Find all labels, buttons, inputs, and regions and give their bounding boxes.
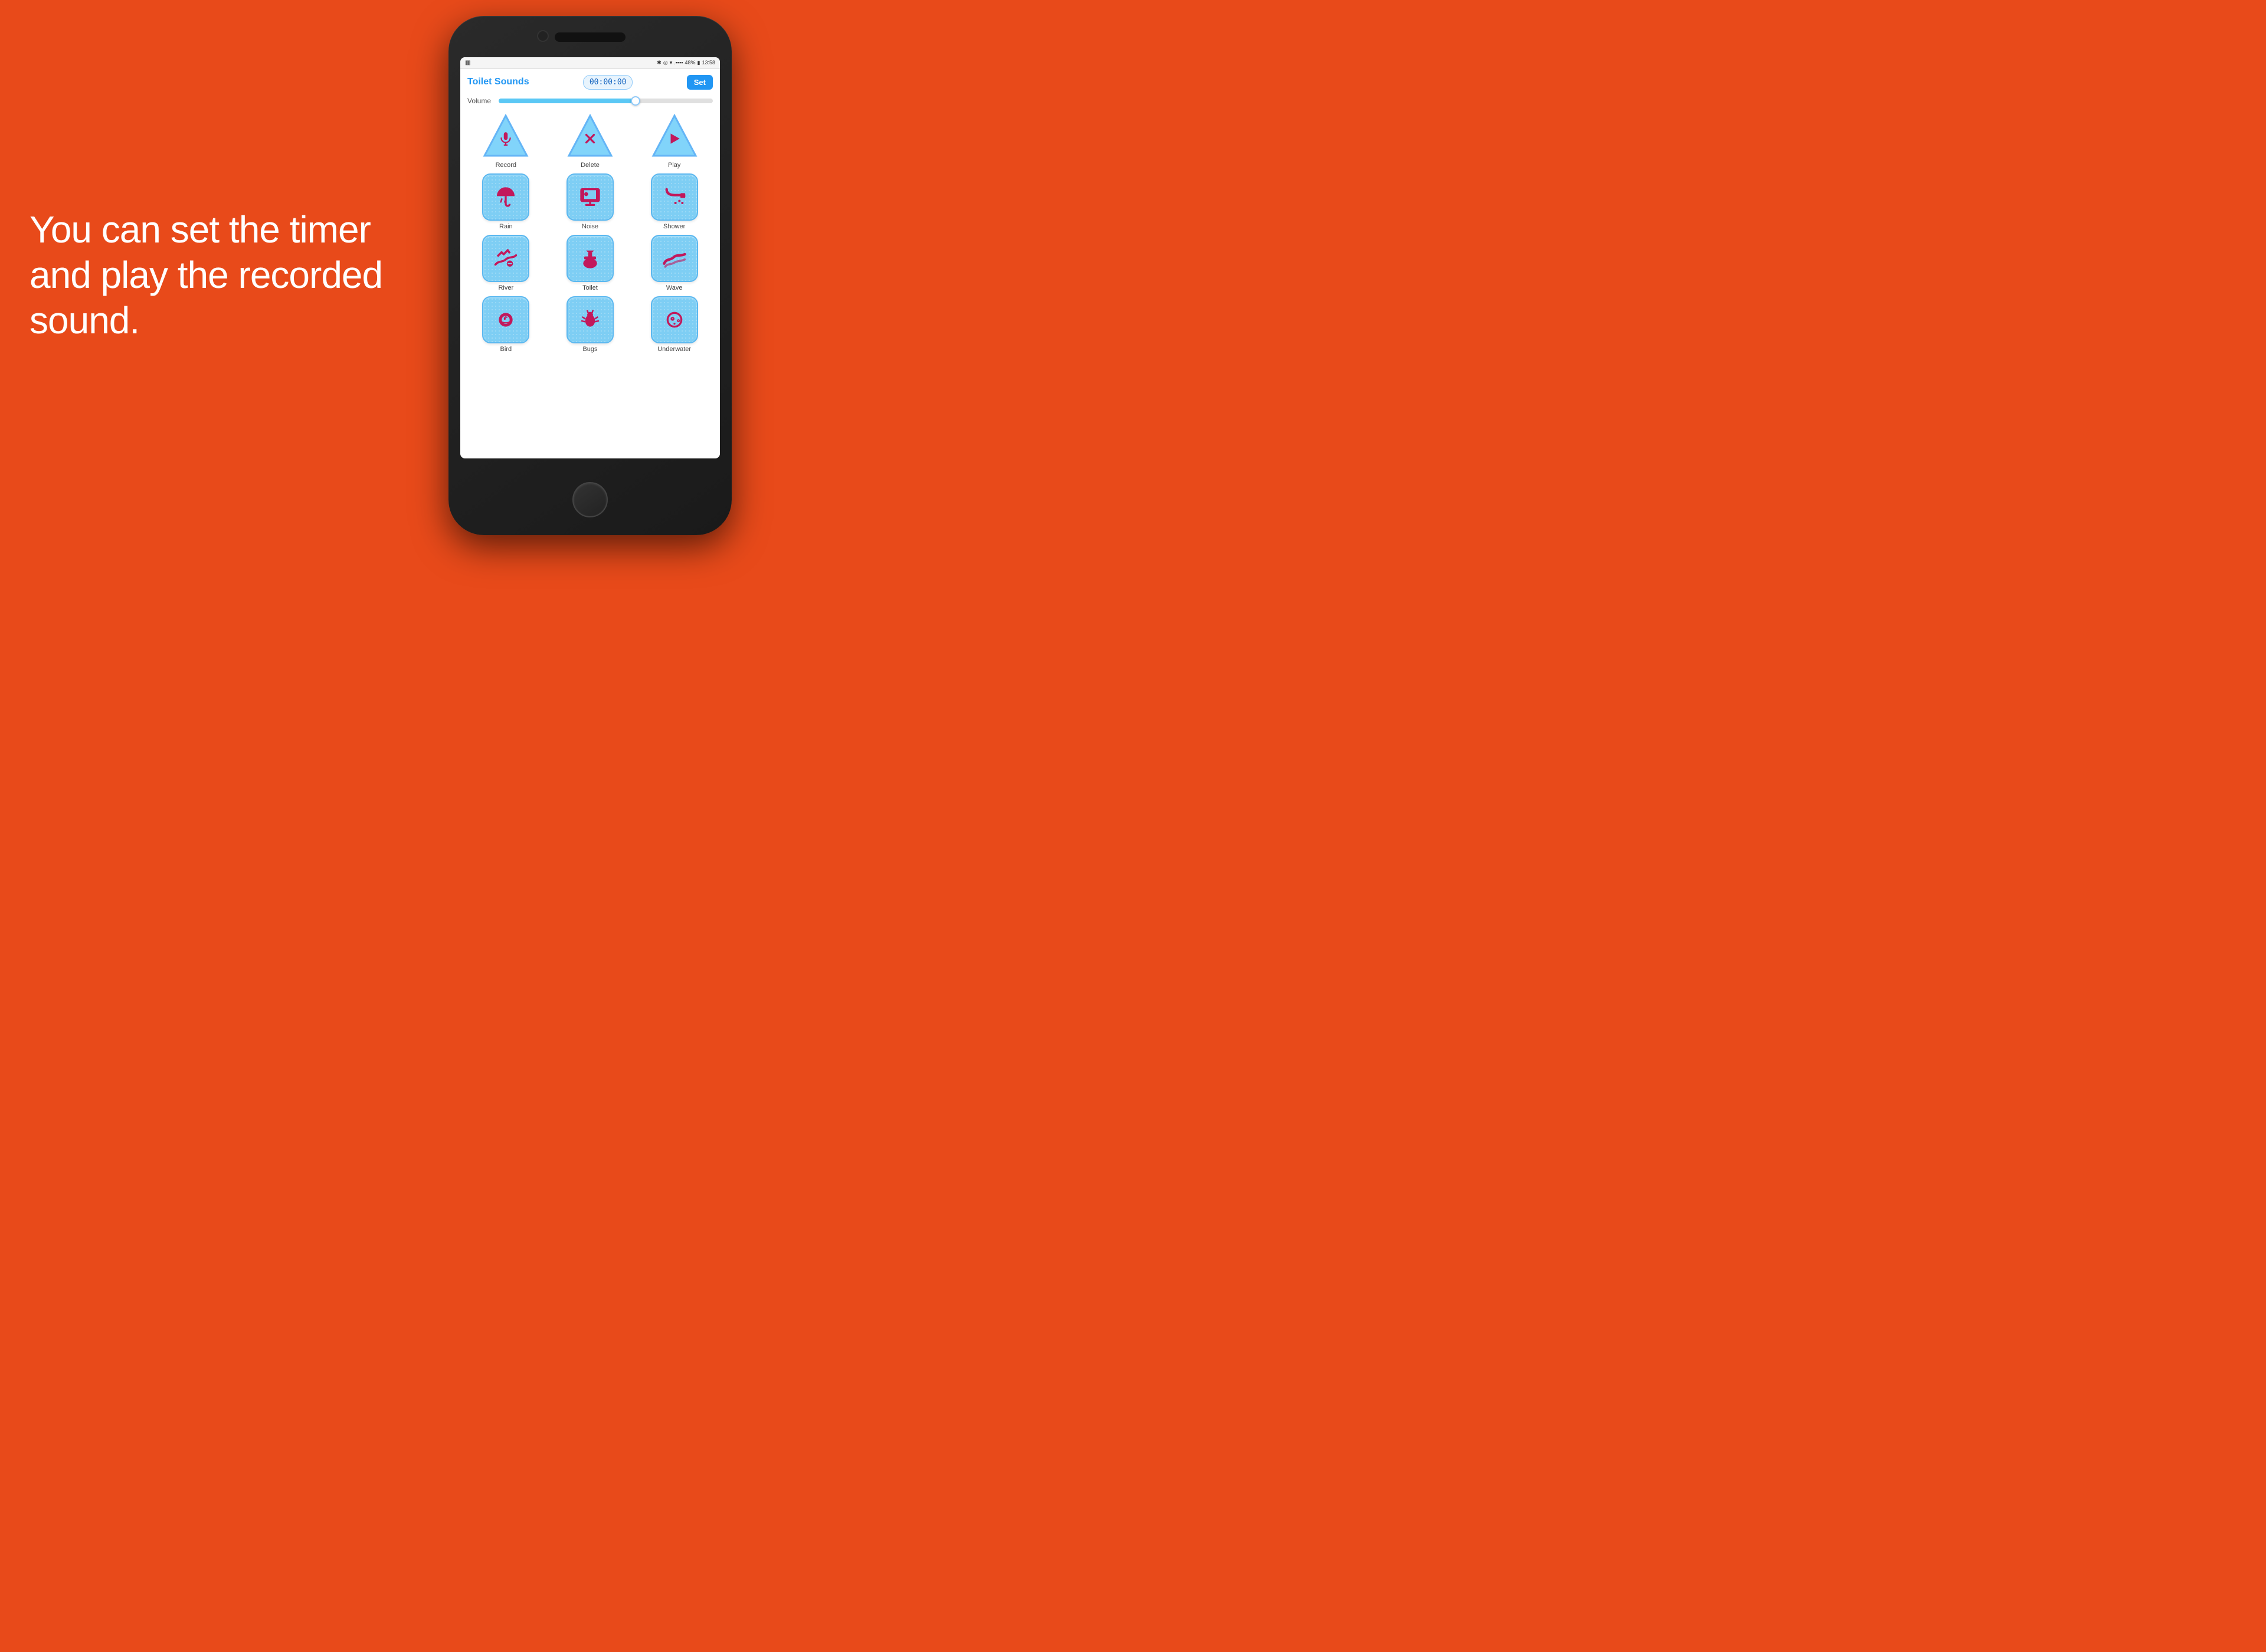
volume-slider[interactable]	[499, 99, 713, 103]
toilet-icon	[578, 247, 602, 270]
delete-button[interactable]	[566, 112, 614, 159]
volume-label: Volume	[467, 97, 494, 105]
rain-button[interactable]	[482, 173, 529, 221]
timer-display[interactable]: 00:00:00	[583, 75, 633, 90]
wifi-icon: ▾	[670, 60, 673, 66]
volume-fill	[499, 99, 638, 103]
river-icon	[493, 246, 518, 271]
noise-button[interactable]	[566, 173, 614, 221]
umbrella-icon	[494, 185, 518, 209]
sound-item-shower: Shower	[634, 173, 714, 230]
status-bar: ▦ ✱ ◎ ▾ .▪▪▪▪ 48% ▮ 13:58	[460, 57, 720, 69]
app-title: Toilet Sounds	[467, 77, 529, 87]
underwater-icon	[663, 308, 686, 332]
phone-body: ▦ ✱ ◎ ▾ .▪▪▪▪ 48% ▮ 13:58 Toilet Sounds …	[448, 16, 732, 535]
wave-button[interactable]	[651, 235, 698, 282]
mic-icon	[498, 131, 513, 146]
river-button[interactable]	[482, 235, 529, 282]
sound-item-play: Play	[634, 112, 714, 169]
sound-item-wave: Wave	[634, 235, 714, 291]
sound-item-river: River	[466, 235, 546, 291]
underwater-label: Underwater	[657, 346, 691, 353]
sound-item-record: Record	[466, 112, 546, 169]
headline: You can set the timer and play the recor…	[30, 207, 425, 343]
sound-item-toilet: Toilet	[551, 235, 630, 291]
toilet-button[interactable]	[566, 235, 614, 282]
river-label: River	[498, 284, 513, 291]
menu-icon: ▦	[465, 60, 470, 66]
play-button[interactable]	[651, 112, 698, 159]
shower-icon	[663, 185, 686, 209]
phone-mockup: ▦ ✱ ◎ ▾ .▪▪▪▪ 48% ▮ 13:58 Toilet Sounds …	[448, 16, 732, 535]
volume-thumb	[631, 96, 640, 106]
rain-label: Rain	[499, 223, 513, 230]
nfc-icon: ◎	[663, 60, 668, 66]
x-icon	[582, 131, 598, 146]
volume-section: Volume	[460, 94, 720, 110]
sound-grid: Record Delete	[460, 110, 720, 358]
app-header: Toilet Sounds 00:00:00 Set	[460, 69, 720, 94]
left-section: You can set the timer and play the recor…	[0, 172, 448, 378]
battery-percent: 48%	[685, 60, 696, 65]
sound-item-delete: Delete	[551, 112, 630, 169]
wave-icon	[662, 246, 687, 271]
home-button[interactable]	[572, 482, 608, 517]
status-right: ✱ ◎ ▾ .▪▪▪▪ 48% ▮ 13:58	[657, 60, 715, 66]
sound-item-bugs: Bugs	[551, 296, 630, 353]
bird-label: Bird	[500, 346, 512, 353]
sound-item-underwater: Underwater	[634, 296, 714, 353]
monitor-icon	[578, 185, 602, 209]
bluetooth-icon: ✱	[657, 60, 662, 66]
bugs-icon	[578, 308, 602, 332]
record-button[interactable]	[482, 112, 529, 159]
sound-item-noise: Noise	[551, 173, 630, 230]
record-label: Record	[496, 162, 516, 169]
play-icon	[667, 131, 682, 146]
shower-label: Shower	[663, 223, 685, 230]
delete-label: Delete	[581, 162, 600, 169]
toilet-label: Toilet	[582, 284, 598, 291]
signal-bars: .▪▪▪▪	[674, 60, 683, 65]
phone-camera	[537, 30, 549, 42]
phone-screen: ▦ ✱ ◎ ▾ .▪▪▪▪ 48% ▮ 13:58 Toilet Sounds …	[460, 57, 720, 458]
sound-item-rain: Rain	[466, 173, 546, 230]
bugs-button[interactable]	[566, 296, 614, 343]
battery-icon: ▮	[698, 60, 700, 66]
underwater-button[interactable]	[651, 296, 698, 343]
set-button[interactable]: Set	[687, 75, 713, 90]
clock: 13:58	[702, 60, 715, 65]
play-label: Play	[668, 162, 680, 169]
status-left: ▦	[465, 60, 470, 66]
phone-speaker	[555, 32, 626, 42]
bugs-label: Bugs	[582, 346, 597, 353]
sound-item-bird: Bird	[466, 296, 546, 353]
bird-icon	[494, 308, 518, 332]
noise-label: Noise	[582, 223, 598, 230]
shower-button[interactable]	[651, 173, 698, 221]
bird-button[interactable]	[482, 296, 529, 343]
wave-label: Wave	[666, 284, 683, 291]
